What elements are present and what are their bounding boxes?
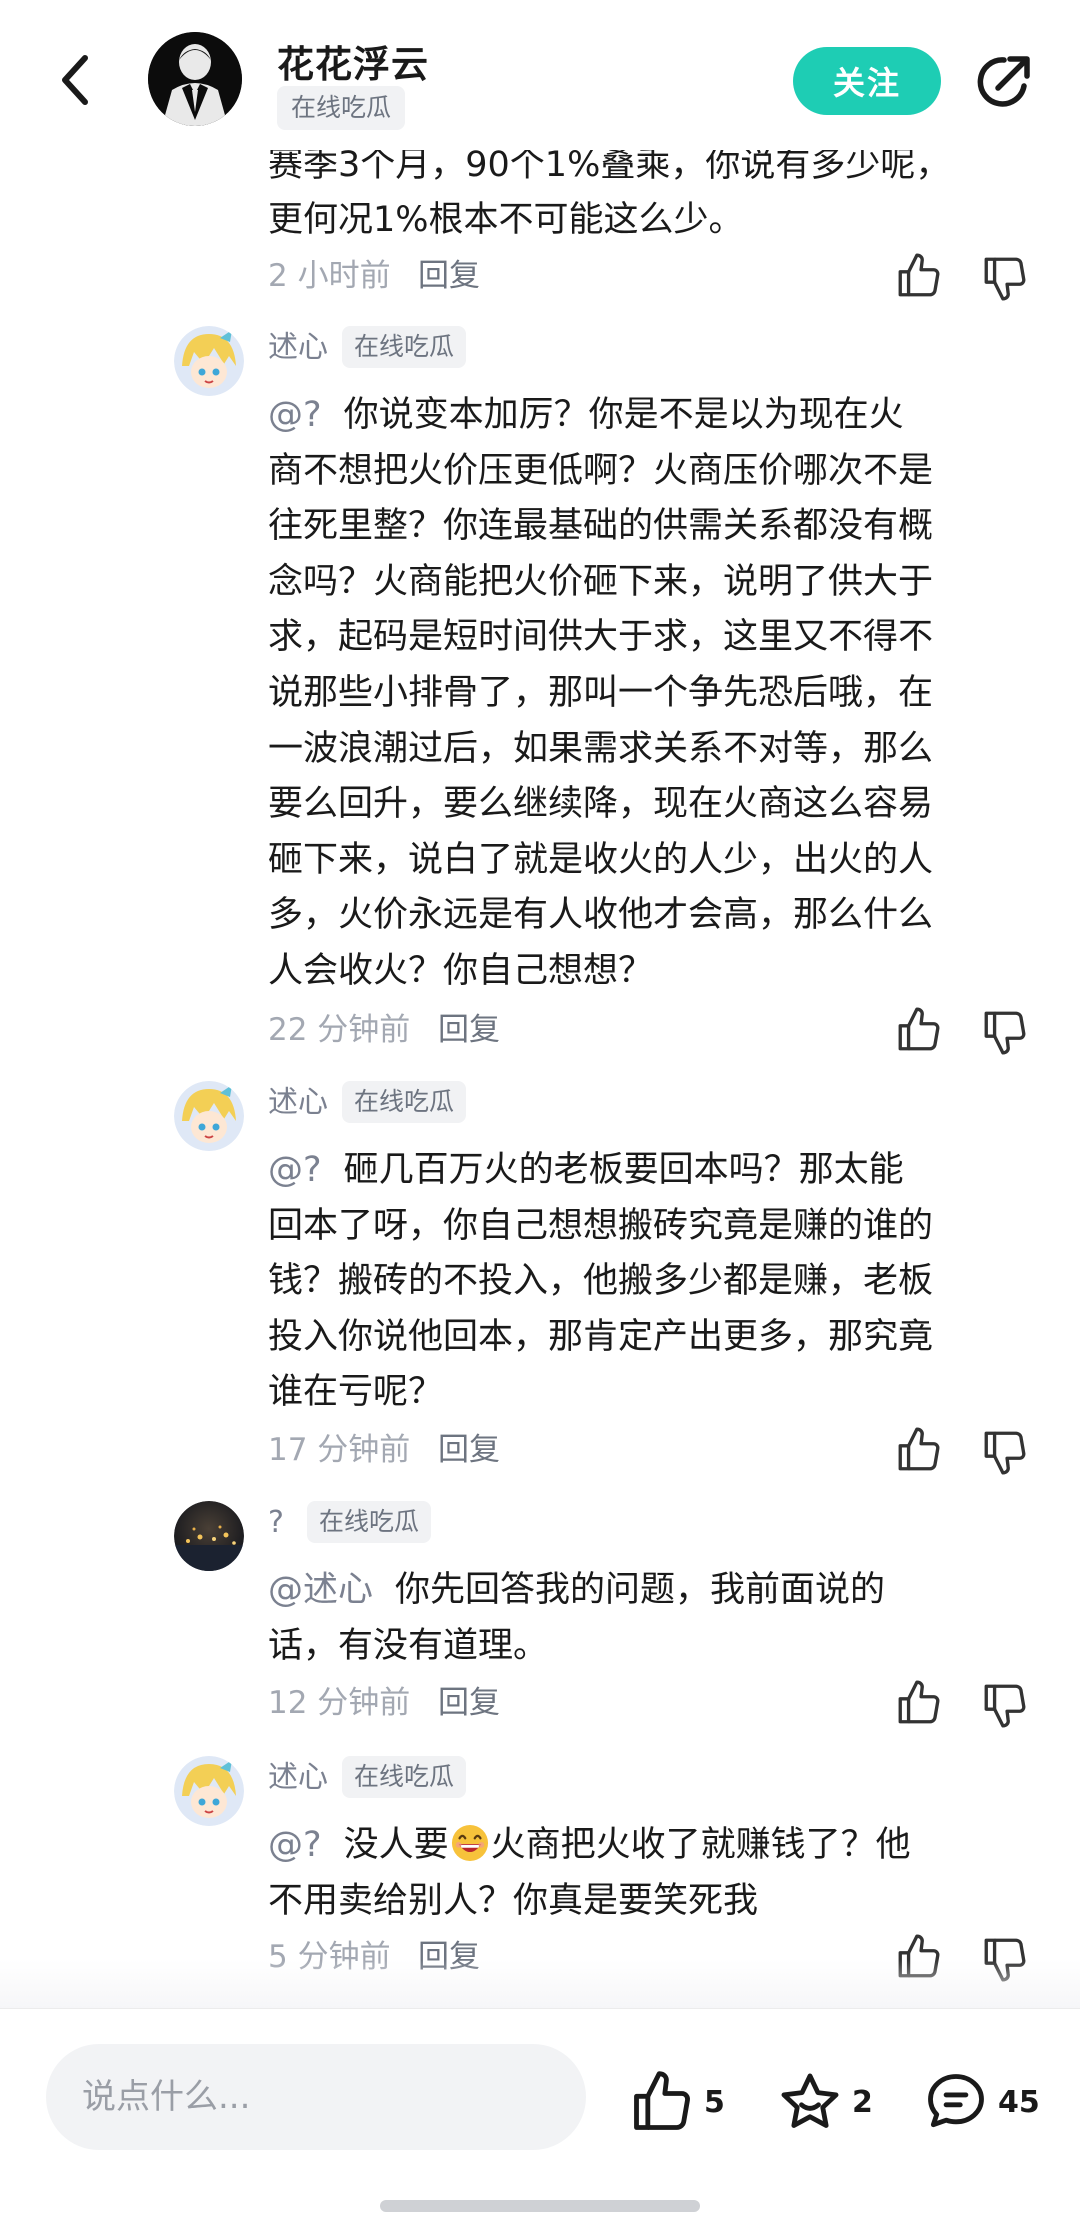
comment-line: 更何况1%根本不可能这么少。: [268, 200, 744, 240]
back-button[interactable]: [48, 50, 102, 110]
reply-line: 砸下来，说白了就是收火的人少，出火的人: [268, 839, 934, 880]
thumbs-up-icon[interactable]: [894, 1005, 944, 1055]
mention-link[interactable]: @?: [268, 395, 322, 435]
star-icon: [781, 2073, 839, 2128]
comment-input[interactable]: [82, 2044, 562, 2150]
comment-meta: 2 小时前 回复: [268, 251, 1038, 301]
thumbs-down-icon[interactable]: [980, 1007, 1030, 1057]
username[interactable]: 述心: [268, 1758, 328, 1798]
reply-line: 求，起码是短时间供大于求，这里又不得不: [268, 617, 934, 658]
scroll-fade: [0, 1960, 1080, 2010]
reply-time: 22 分钟前: [268, 1012, 411, 1048]
reply-line: 谁在亏呢？: [268, 1372, 444, 1413]
user-tag: 在线吃瓜: [342, 1081, 467, 1123]
chevron-left-icon: [62, 55, 88, 105]
user-tag: 在线吃瓜: [342, 1756, 467, 1798]
reply-button[interactable]: 回复: [438, 1425, 500, 1475]
comment-icon: [928, 2074, 984, 2128]
page-header: 花花浮云 在线吃瓜 关注: [0, 0, 1080, 150]
avatar[interactable]: [174, 1756, 244, 1826]
reply-text: @述心 你先回答我的问题，我前面说的 话，有没有道理。: [268, 1563, 1038, 1674]
reply-text: @? 你说变本加厉？你是不是以为现在火 商不想把火价压更低啊？火商压价哪次不是 往…: [268, 388, 1038, 1000]
author-tag: 在线吃瓜: [277, 86, 406, 130]
reply-button[interactable]: 回复: [418, 251, 480, 301]
comment-list: 赛季3个月，90个1%叠乘，你说有多少呢， 更何况1%根本不可能这么少。 2 小…: [0, 0, 1080, 2010]
mention-link[interactable]: @?: [268, 1825, 322, 1865]
reply-line: 没人要: [343, 1825, 449, 1865]
thumbs-down-icon[interactable]: [980, 1427, 1030, 1477]
reply-line: 投入你说他回本，那肯定产出更多，那究竟: [268, 1316, 934, 1357]
reply-time: 12 分钟前: [268, 1685, 411, 1721]
thumbs-up-icon[interactable]: [894, 1678, 944, 1728]
avatar[interactable]: [174, 1081, 244, 1151]
reply-text: @? 没人要 火商把火收了就赚钱了？他 不用卖给别人？你真是要笑死我: [268, 1818, 1038, 1929]
reply-line: 你说变本加厉？你是不是以为现在火: [343, 395, 904, 435]
username[interactable]: 述心: [268, 328, 328, 368]
comment-count: 45: [998, 2084, 1040, 2120]
user-tag: 在线吃瓜: [342, 326, 467, 368]
share-button[interactable]: [972, 50, 1036, 114]
reply-line: 念吗？火商能把火价砸下来，说明了供大于: [268, 561, 934, 602]
bottom-action-bar: 5 2 45: [0, 2008, 1080, 2232]
reply-button[interactable]: 回复: [438, 1678, 500, 1728]
reply-line: 砸几百万火的老板要回本吗？那太能: [343, 1150, 904, 1190]
avatar[interactable]: [174, 1501, 244, 1571]
reply-line: 商不想把火价压更低啊？火商压价哪次不是: [268, 450, 934, 491]
reply-line: 人会收火？你自己想想？: [268, 950, 654, 991]
favorite-count: 2: [852, 2084, 873, 2120]
reply-line: 要么回升，要么继续降，现在火商这么容易: [268, 784, 934, 825]
comment-time: 2 小时前: [268, 258, 391, 294]
thumbs-down-icon[interactable]: [980, 253, 1030, 303]
reply-line: 往死里整？你连最基础的供需关系都没有概: [268, 506, 934, 547]
reply-line: 不用卖给别人？你真是要笑死我: [268, 1880, 759, 1921]
reply-line: 一波浪潮过后，如果需求关系不对等，那么: [268, 728, 934, 769]
partial-comment-text: 赛季3个月，90个1%叠乘，你说有多少呢， 更何况1%根本不可能这么少。: [268, 138, 1038, 248]
thumbs-down-icon[interactable]: [980, 1680, 1030, 1730]
author-name[interactable]: 花花浮云: [277, 34, 429, 88]
comment-button[interactable]: 45: [922, 2067, 1040, 2137]
mention-link[interactable]: @?: [268, 1150, 322, 1190]
thumbs-up-icon: [634, 2071, 690, 2130]
home-indicator[interactable]: [380, 2200, 700, 2212]
reply-line: 话，有没有道理。: [268, 1625, 549, 1666]
favorite-button[interactable]: 2: [776, 2067, 873, 2137]
reply-line: 多，火价永远是有人收他才会高，那么什么: [268, 895, 934, 936]
thumbs-up-icon[interactable]: [894, 251, 944, 301]
username[interactable]: 述心: [268, 1083, 328, 1123]
reply-meta: 12 分钟前 回复: [268, 1678, 1038, 1728]
reply-text: @? 砸几百万火的老板要回本吗？那太能 回本了呀，你自己想想搬砖究竟是赚的谁的 钱…: [268, 1143, 1038, 1421]
reply-line: 你先回答我的问题，我前面说的: [395, 1570, 886, 1610]
reply-time: 17 分钟前: [268, 1432, 411, 1468]
like-button[interactable]: 5: [628, 2067, 725, 2137]
reply-button[interactable]: 回复: [438, 1005, 500, 1055]
reply-line: 火商把火收了就赚钱了？他: [490, 1825, 911, 1865]
reply-line: 钱？搬砖的不投入，他搬多少都是赚，老板: [268, 1261, 934, 1302]
avatar[interactable]: [174, 326, 244, 396]
like-count: 5: [704, 2084, 725, 2120]
laughing-emoji-icon: [451, 1824, 488, 1862]
reply-meta: 22 分钟前 回复: [268, 1005, 1038, 1055]
follow-button[interactable]: 关注: [793, 47, 941, 115]
user-tag: 在线吃瓜: [307, 1501, 432, 1543]
mention-link[interactable]: @述心: [268, 1570, 373, 1610]
reply-meta: 17 分钟前 回复: [268, 1425, 1038, 1475]
reply-line: 说那些小排骨了，那叫一个争先恐后哦，在: [268, 672, 934, 713]
comment-input-wrapper[interactable]: [46, 2044, 586, 2150]
username[interactable]: ?: [268, 1503, 284, 1543]
author-avatar[interactable]: [148, 32, 242, 126]
thumbs-up-icon[interactable]: [894, 1425, 944, 1475]
reply-line: 回本了呀，你自己想想搬砖究竟是赚的谁的: [268, 1205, 934, 1246]
share-icon: [977, 56, 1030, 107]
